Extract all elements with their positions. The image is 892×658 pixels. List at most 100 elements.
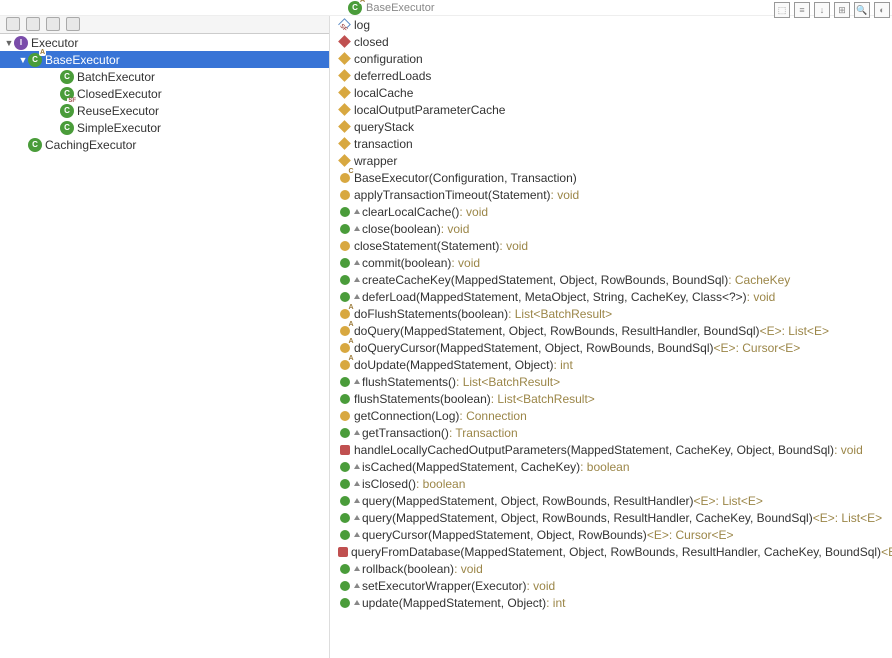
member-name: closeStatement(Statement) [354,239,499,253]
tree-item-batchexecutor[interactable]: CBatchExecutor [0,68,329,85]
override-indicator-icon [354,515,360,520]
member-name: query(MappedStatement, Object, RowBounds… [362,511,813,525]
member-row[interactable]: update(MappedStatement, Object) : int [330,594,892,611]
tree-item-simpleexecutor[interactable]: CSimpleExecutor [0,119,329,136]
method-icon [340,326,350,336]
member-row[interactable]: getConnection(Log) : Connection [330,407,892,424]
toolbar-button[interactable]: ⊞ [834,2,850,18]
member-row[interactable]: query(MappedStatement, Object, RowBounds… [330,492,892,509]
member-name: closed [354,35,389,49]
member-row[interactable]: createCacheKey(MappedStatement, Object, … [330,271,892,288]
member-row[interactable]: setExecutorWrapper(Executor) : void [330,577,892,594]
toolbar-button[interactable]: ◐ [874,2,890,18]
field-icon [338,120,351,133]
return-type: : void [747,290,776,304]
member-row[interactable]: localCache [330,84,892,101]
method-icon [338,547,348,557]
member-row[interactable]: queryCursor(MappedStatement, Object, Row… [330,526,892,543]
tree-item-reuseexecutor[interactable]: CReuseExecutor [0,102,329,119]
toolbar-btn[interactable] [66,17,80,31]
tree-item-label: CachingExecutor [45,138,136,152]
member-name: localOutputParameterCache [354,103,505,117]
method-icon [340,428,350,438]
return-type: : void [551,188,580,202]
member-row[interactable]: deferLoad(MappedStatement, MetaObject, S… [330,288,892,305]
member-row[interactable]: applyTransactionTimeout(Statement) : voi… [330,186,892,203]
member-row[interactable]: closeStatement(Statement) : void [330,237,892,254]
method-icon [340,207,350,217]
tree-item-executor[interactable]: ▼IExecutor [0,34,329,51]
member-row[interactable]: clearLocalCache() : void [330,203,892,220]
member-row[interactable]: close(boolean) : void [330,220,892,237]
toolbar-btn[interactable] [26,17,40,31]
member-row[interactable]: configuration [330,50,892,67]
member-name: deferLoad(MappedStatement, MetaObject, S… [362,290,747,304]
member-row[interactable]: query(MappedStatement, Object, RowBounds… [330,509,892,526]
return-type: : void [459,205,488,219]
member-row[interactable]: deferredLoads [330,67,892,84]
return-type: : List<BatchResult> [508,307,612,321]
member-name: isClosed() [362,477,416,491]
tree-item-baseexecutor[interactable]: ▼CBaseExecutor [0,51,329,68]
toolbar-btn[interactable] [46,17,60,31]
return-type: : Connection [459,409,526,423]
override-indicator-icon [354,583,360,588]
member-row[interactable]: transaction [330,135,892,152]
member-name: clearLocalCache() [362,205,459,219]
return-type: : void [454,562,483,576]
abstract-icon: C [28,53,42,67]
method-icon [340,343,350,353]
member-row[interactable]: rollback(boolean) : void [330,560,892,577]
member-row[interactable]: flushStatements(boolean) : List<BatchRes… [330,390,892,407]
method-icon [340,530,350,540]
toolbar-button[interactable]: 🔍 [854,2,870,18]
twisty-icon[interactable]: ▼ [18,55,28,65]
toolbar-button[interactable]: ↓ [814,2,830,18]
member-row[interactable]: isClosed() : boolean [330,475,892,492]
override-indicator-icon [354,566,360,571]
member-row[interactable]: doQueryCursor(MappedStatement, Object, R… [330,339,892,356]
toolbar-button[interactable]: ⬚ [774,2,790,18]
return-type: : int [553,358,572,372]
member-name: close(boolean) [362,222,441,236]
override-indicator-icon [354,600,360,605]
member-row[interactable]: closed [330,33,892,50]
toolbar-button[interactable]: ≡ [794,2,810,18]
tree-item-closedexecutor[interactable]: CSFClosedExecutor [0,85,329,102]
member-row[interactable]: doQuery(MappedStatement, Object, RowBoun… [330,322,892,339]
member-row[interactable]: handleLocallyCachedOutputParameters(Mapp… [330,441,892,458]
member-row[interactable]: isCached(MappedStatement, CacheKey) : bo… [330,458,892,475]
member-row[interactable]: BaseExecutor(Configuration, Transaction) [330,169,892,186]
twisty-icon[interactable]: ▼ [4,38,14,48]
toolbar-btn[interactable] [6,17,20,31]
member-name: flushStatements(boolean) [354,392,491,406]
member-row[interactable]: wrapper [330,152,892,169]
field-icon [338,103,351,116]
member-name: rollback(boolean) [362,562,454,576]
class-icon: C [60,70,74,84]
override-indicator-icon [354,430,360,435]
class-header-name: BaseExecutor [366,2,434,14]
generic-params: <E> [881,545,892,559]
member-row[interactable]: localOutputParameterCache [330,101,892,118]
method-icon [340,224,350,234]
member-name: localCache [354,86,413,100]
class-icon: C [60,121,74,135]
member-row[interactable]: getTransaction() : Transaction [330,424,892,441]
tree-item-label: ClosedExecutor [77,87,162,101]
member-row[interactable]: doUpdate(MappedStatement, Object) : int [330,356,892,373]
generic-params: <E> [714,341,736,355]
tree-item-cachingexecutor[interactable]: CCachingExecutor [0,136,329,153]
member-name: update(MappedStatement, Object) [362,596,546,610]
member-row[interactable]: queryFromDatabase(MappedStatement, Objec… [330,543,892,560]
member-name: log [354,18,370,32]
member-row[interactable]: flushStatements() : List<BatchResult> [330,373,892,390]
return-type: : void [441,222,470,236]
generic-params: <E> [694,494,716,508]
member-row[interactable]: queryStack [330,118,892,135]
members-pane: SFlogclosedconfigurationdeferredLoadsloc… [330,16,892,658]
generic-params: <E> [813,511,835,525]
member-row[interactable]: doFlushStatements(boolean) : List<BatchR… [330,305,892,322]
member-row[interactable]: commit(boolean) : void [330,254,892,271]
return-type: : boolean [416,477,465,491]
